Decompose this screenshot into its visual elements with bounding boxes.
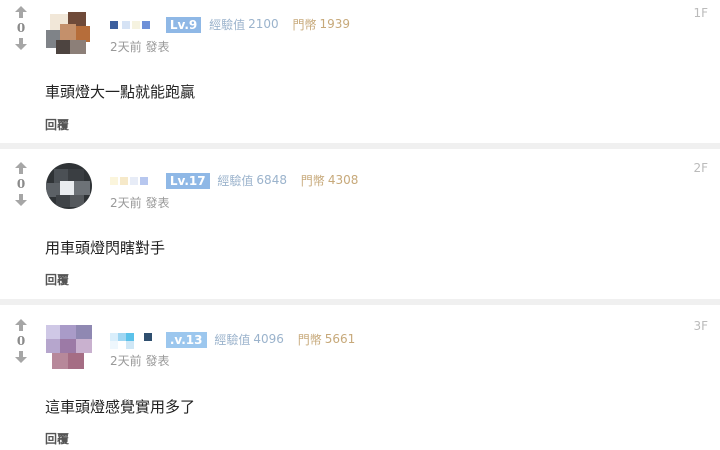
down-arrow-icon[interactable]: [13, 37, 29, 51]
comment-1: 0 Lv.9 經驗值 2100 門幣 1939 2天前 發表 1F 車頭燈大一點就能…: [0, 0, 720, 143]
floor-number: 2F: [693, 161, 708, 175]
up-arrow-icon[interactable]: [13, 161, 29, 175]
level-badge: .v.13: [165, 331, 207, 348]
coin-label: 門幣: [292, 18, 317, 32]
up-arrow-icon[interactable]: [13, 318, 29, 332]
vote-count: 0: [16, 177, 26, 191]
exp-value: 6848: [256, 173, 287, 187]
user-meta: Lv.9 經驗值 2100 門幣 1939: [110, 16, 350, 33]
comment-2: 0 Lv.17 經驗值 6848 門幣 4308 2天前 發表 2F 用車頭燈閃瞎對…: [0, 149, 720, 299]
vote-widget: 0: [13, 161, 29, 207]
avatar[interactable]: [46, 325, 92, 371]
exp-label: 經驗值: [214, 333, 251, 347]
comment-text: 這車頭燈感覺實用多了: [45, 398, 196, 416]
floor-number: 1F: [693, 6, 708, 20]
comment-text: 用車頭燈閃瞎對手: [45, 239, 166, 257]
exp-label: 經驗值: [209, 18, 246, 32]
exp-label: 經驗值: [217, 174, 254, 188]
post-time: 2天前 發表: [110, 354, 170, 368]
level-badge: Lv.17: [165, 172, 210, 189]
reply-link[interactable]: 回覆: [45, 116, 69, 133]
comment-text: 車頭燈大一點就能跑贏: [45, 83, 196, 101]
level-badge: Lv.9: [165, 16, 202, 33]
vote-count: 0: [16, 334, 26, 348]
up-arrow-icon[interactable]: [13, 5, 29, 19]
post-time: 2天前 發表: [110, 40, 170, 54]
down-arrow-icon[interactable]: [13, 193, 29, 207]
vote-widget: 0: [13, 318, 29, 364]
coin-label: 門幣: [297, 333, 322, 347]
username-pixelated[interactable]: [110, 332, 162, 349]
user-meta: .v.13 經驗值 4096 門幣 5661: [110, 331, 356, 349]
username-pixelated[interactable]: [110, 18, 162, 32]
vote-count: 0: [16, 21, 26, 35]
comment-3: 0 .v.13 經驗值 4096 門幣 5661 2天前 發表 3F 這車頭燈感覺實…: [0, 305, 720, 450]
reply-link[interactable]: 回覆: [45, 271, 69, 288]
floor-number: 3F: [693, 319, 708, 333]
reply-link[interactable]: 回覆: [45, 430, 69, 447]
avatar[interactable]: [46, 10, 92, 56]
down-arrow-icon[interactable]: [13, 350, 29, 364]
vote-widget: 0: [13, 5, 29, 51]
coin-value: 5661: [324, 332, 356, 346]
coin-label: 門幣: [300, 174, 325, 188]
avatar[interactable]: [46, 163, 92, 209]
user-meta: Lv.17 經驗值 6848 門幣 4308: [110, 172, 358, 189]
coin-value: 4308: [327, 173, 359, 187]
exp-value: 2100: [248, 17, 279, 31]
exp-value: 4096: [253, 332, 284, 346]
username-pixelated[interactable]: [110, 174, 162, 188]
coin-value: 1939: [319, 17, 351, 31]
post-time: 2天前 發表: [110, 196, 170, 210]
